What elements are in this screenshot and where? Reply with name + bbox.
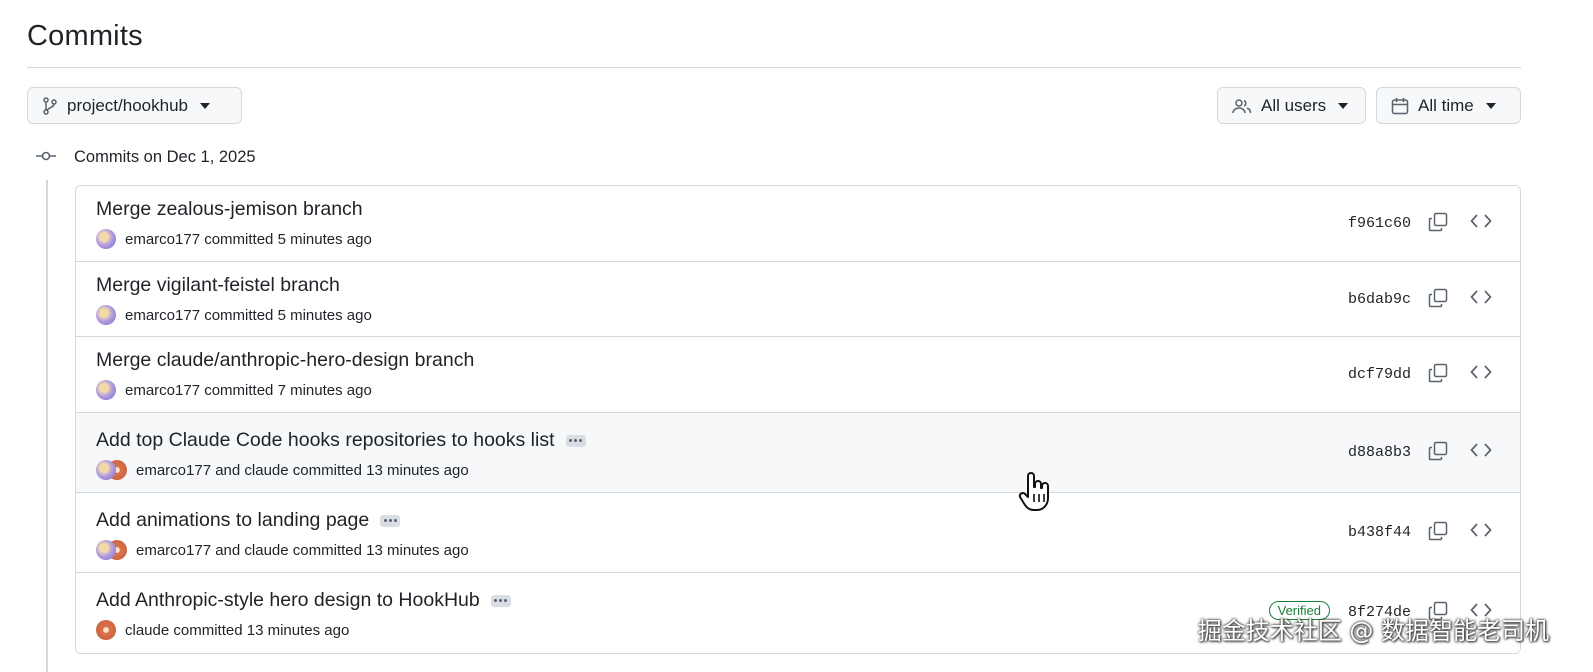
commit-sha[interactable]: f961c60 xyxy=(1348,215,1411,232)
commit-author[interactable]: emarco177 xyxy=(125,307,200,324)
commit-time: committed 7 minutes ago xyxy=(204,381,372,399)
commit-message-link[interactable]: Add top Claude Code hooks repositories t… xyxy=(96,429,586,452)
commit-time: committed 13 minutes ago xyxy=(173,621,350,639)
commit-message-link[interactable]: Merge claude/anthropic-hero-design branc… xyxy=(96,349,474,372)
page-title: Commits xyxy=(27,20,143,52)
commit-group-header: Commits on Dec 1, 2025 xyxy=(36,148,256,167)
commit-author[interactable]: emarco177 xyxy=(125,231,200,248)
commit-time: committed 13 minutes ago xyxy=(292,461,469,479)
code-icon[interactable] xyxy=(1470,213,1492,234)
commit-sha[interactable]: b438f44 xyxy=(1348,524,1411,541)
commit-meta: emarco177 committed 7 minutes ago xyxy=(96,380,372,400)
avatar[interactable] xyxy=(96,540,116,560)
git-branch-icon xyxy=(42,96,58,115)
commit-meta: emarco177 committed 5 minutes ago xyxy=(96,305,372,325)
commit-time: committed 5 minutes ago xyxy=(204,306,372,324)
commit-sha[interactable]: dcf79dd xyxy=(1348,366,1411,383)
people-icon xyxy=(1232,98,1252,114)
avatar[interactable] xyxy=(96,380,116,400)
commit-meta: emarco177 committed 5 minutes ago xyxy=(96,229,372,249)
caret-down-icon xyxy=(199,102,210,109)
copy-icon[interactable] xyxy=(1428,441,1448,466)
commit-time: committed 5 minutes ago xyxy=(204,230,372,248)
commit-row[interactable]: Merge claude/anthropic-hero-design branc… xyxy=(76,337,1520,413)
caret-down-icon xyxy=(1338,102,1349,109)
copy-icon[interactable] xyxy=(1428,363,1448,388)
avatar-pair[interactable] xyxy=(96,460,127,480)
branch-selector-label: project/hookhub xyxy=(67,95,188,115)
users-filter-button[interactable]: All users xyxy=(1217,87,1366,124)
avatar-pair[interactable] xyxy=(96,540,127,560)
time-filter-label: All time xyxy=(1418,95,1474,115)
commit-row[interactable]: Add animations to landing page emarco177… xyxy=(76,493,1520,573)
commit-meta: emarco177 and claude committed 13 minute… xyxy=(96,540,469,560)
code-icon[interactable] xyxy=(1470,364,1492,385)
avatar[interactable] xyxy=(96,620,116,640)
commit-author[interactable]: emarco177 and claude xyxy=(136,542,289,559)
commit-message-link[interactable]: Merge zealous-jemison branch xyxy=(96,198,363,221)
avatar[interactable] xyxy=(96,305,116,325)
commit-author[interactable]: emarco177 and claude xyxy=(136,462,289,479)
code-icon[interactable] xyxy=(1470,289,1492,310)
users-filter-label: All users xyxy=(1261,95,1327,115)
caret-down-icon xyxy=(1485,102,1496,109)
commit-row[interactable]: Add top Claude Code hooks repositories t… xyxy=(76,413,1520,493)
commit-row[interactable]: Merge vigilant-feistel branch emarco177 … xyxy=(76,262,1520,337)
copy-icon[interactable] xyxy=(1428,288,1448,313)
avatar[interactable] xyxy=(96,229,116,249)
commit-meta: emarco177 and claude committed 13 minute… xyxy=(96,460,469,480)
commit-row[interactable]: Merge zealous-jemison branch emarco177 c… xyxy=(76,186,1520,262)
time-filter-button[interactable]: All time xyxy=(1376,87,1521,124)
commit-list: Merge zealous-jemison branch emarco177 c… xyxy=(75,185,1521,654)
calendar-icon xyxy=(1391,97,1409,115)
commit-message-link[interactable]: Merge vigilant-feistel branch xyxy=(96,274,340,297)
commit-sha[interactable]: b6dab9c xyxy=(1348,291,1411,308)
commit-author[interactable]: claude xyxy=(125,622,169,639)
timeline-line xyxy=(46,180,48,672)
watermark: 掘金技术社区 @ 数据智能老司机 xyxy=(1197,617,1549,645)
expand-description-button[interactable] xyxy=(490,594,511,607)
commit-message-link[interactable]: Add Anthropic-style hero design to HookH… xyxy=(96,589,511,612)
commit-meta: claude committed 13 minutes ago xyxy=(96,620,349,640)
copy-icon[interactable] xyxy=(1428,521,1448,546)
expand-description-button[interactable] xyxy=(565,434,586,447)
commit-time: committed 13 minutes ago xyxy=(292,541,469,559)
commit-author[interactable]: emarco177 xyxy=(125,382,200,399)
hand-pointer-cursor-icon xyxy=(1018,470,1054,517)
commit-group-date: Commits on Dec 1, 2025 xyxy=(74,148,256,166)
avatar[interactable] xyxy=(96,460,116,480)
code-icon[interactable] xyxy=(1470,442,1492,463)
title-divider xyxy=(27,67,1521,68)
copy-icon[interactable] xyxy=(1428,212,1448,237)
commit-message-link[interactable]: Add animations to landing page xyxy=(96,509,401,532)
branch-selector-button[interactable]: project/hookhub xyxy=(27,87,242,124)
commit-sha[interactable]: d88a8b3 xyxy=(1348,444,1411,461)
git-commit-icon xyxy=(36,149,56,167)
code-icon[interactable] xyxy=(1470,522,1492,543)
expand-description-button[interactable] xyxy=(380,514,401,527)
